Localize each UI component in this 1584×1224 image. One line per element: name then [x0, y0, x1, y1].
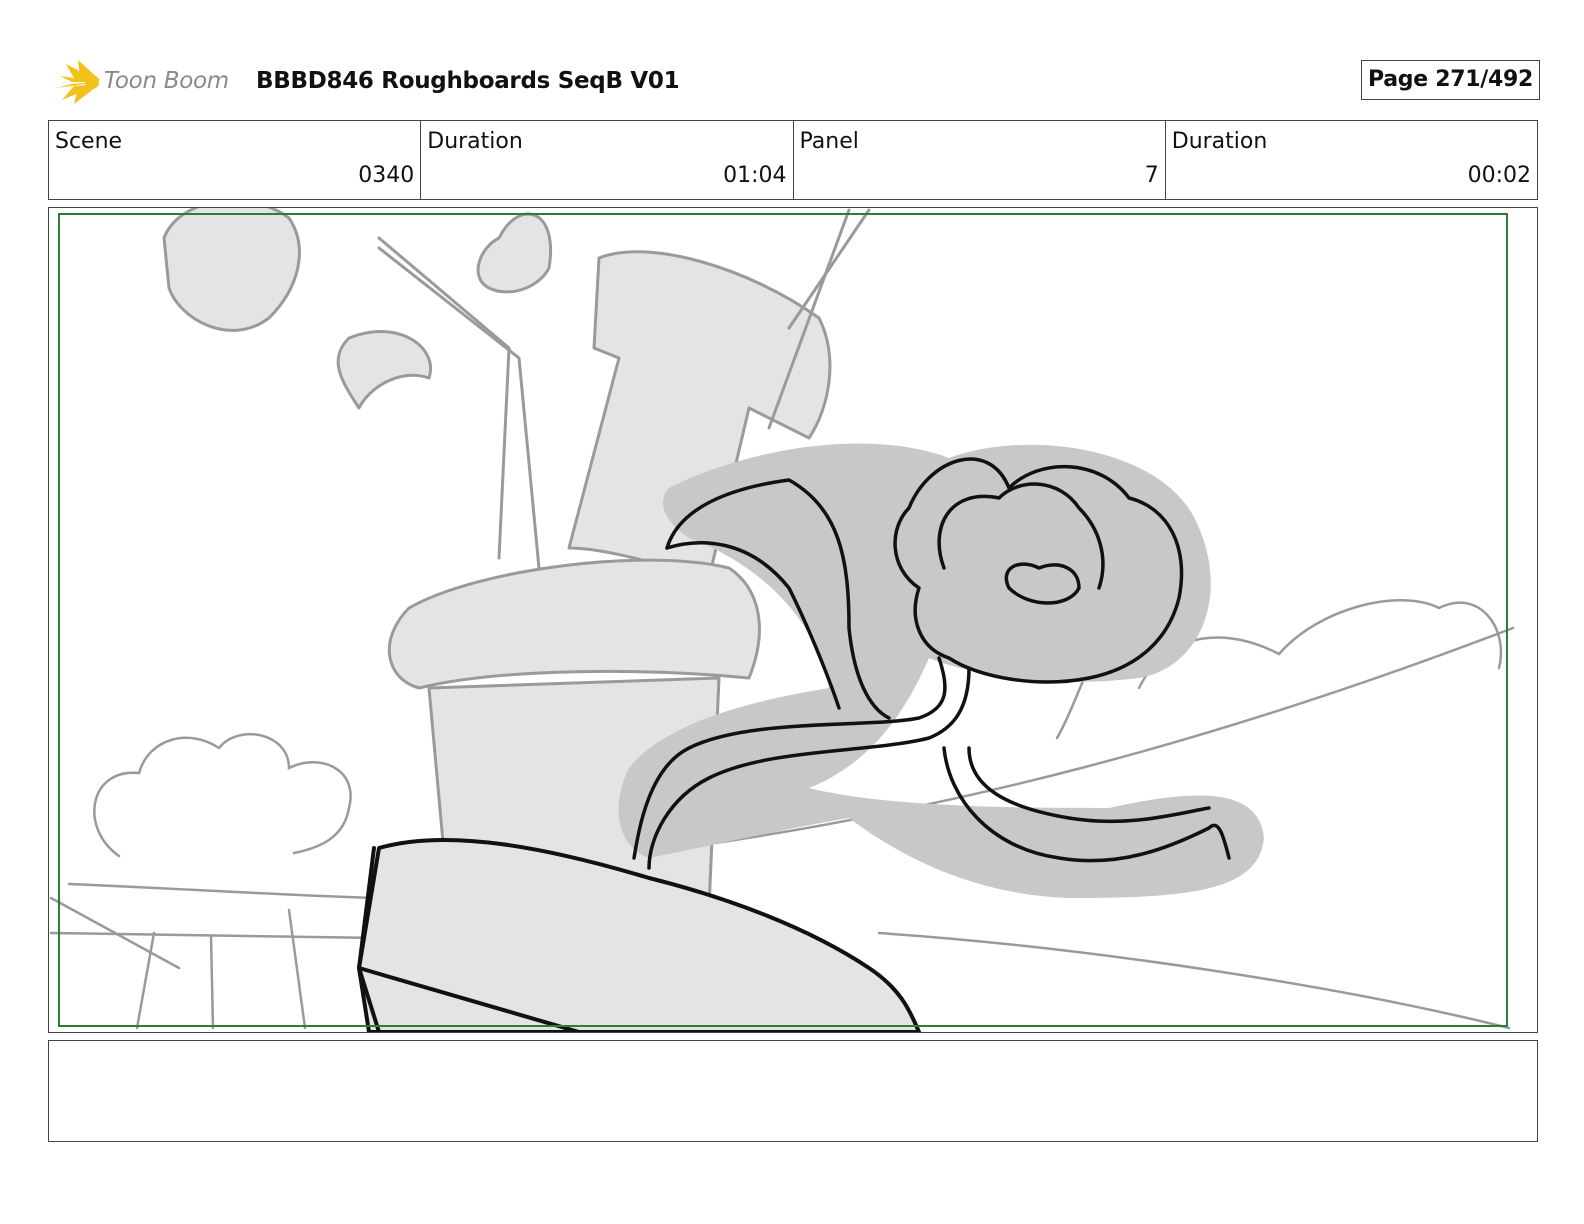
toon-boom-logo: Toon Boom [52, 56, 252, 108]
panel-duration-value: 00:02 [1467, 163, 1531, 188]
page-number: Page 271/492 [1361, 60, 1540, 100]
logo-burst-icon [56, 60, 100, 104]
scene-info-table: Scene 0340 Duration 01:04 Panel 7 Durati… [48, 120, 1538, 200]
panel-duration-label: Duration [1171, 129, 1268, 154]
panel-duration-cell: Duration 00:02 [1166, 121, 1537, 199]
document-title: BBBD846 Roughboards SeqB V01 [256, 68, 680, 94]
panel-sketch [49, 208, 1515, 1032]
scene-value: 0340 [358, 163, 415, 188]
logo-text: Toon Boom [104, 68, 229, 94]
scene-duration-label: Duration [427, 129, 523, 154]
storyboard-page: Toon Boom BBBD846 Roughboards SeqB V01 P… [0, 0, 1584, 1224]
scene-cell: Scene 0340 [49, 121, 422, 199]
storyboard-panel [48, 207, 1538, 1033]
panel-notes-box[interactable] [48, 1040, 1538, 1142]
panel-label: Panel [799, 129, 859, 154]
scene-label: Scene [55, 129, 123, 154]
scene-duration-value: 01:04 [723, 163, 787, 188]
scene-duration-cell: Duration 01:04 [421, 121, 794, 199]
panel-value: 7 [1144, 163, 1159, 188]
panel-cell: Panel 7 [794, 121, 1166, 199]
page-header: Toon Boom BBBD846 Roughboards SeqB V01 P… [52, 56, 1540, 108]
